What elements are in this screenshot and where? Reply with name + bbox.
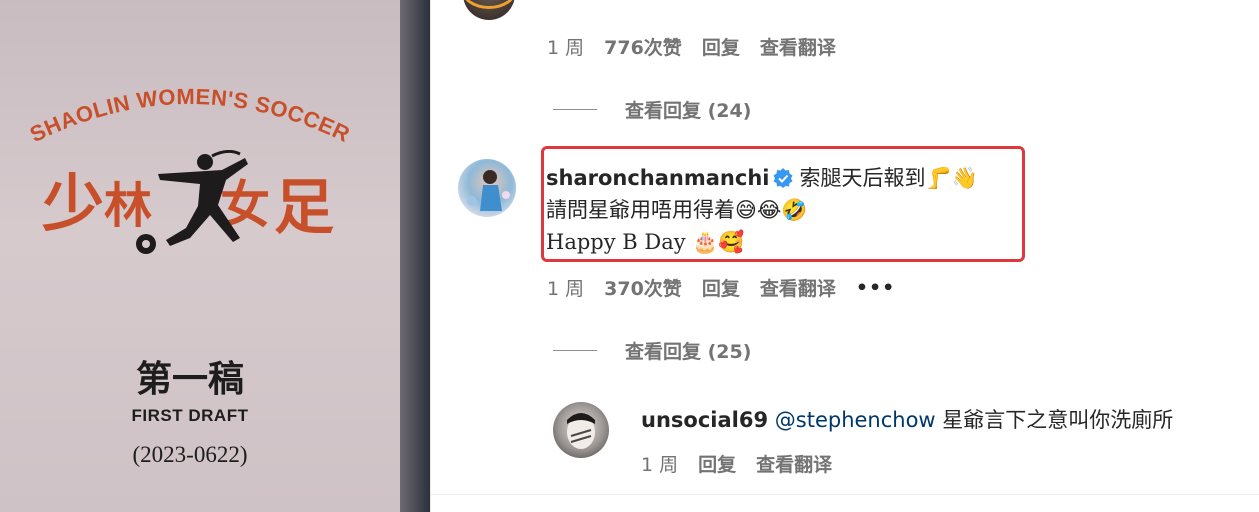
view-replies-label: 查看回复 (25): [625, 341, 752, 363]
view-replies-label: 查看回复 (24): [625, 100, 752, 122]
avatar-face: [567, 413, 595, 449]
comment-time: 1 周: [641, 454, 679, 476]
poster-draft-cn: 第一稿: [135, 358, 244, 400]
replies-dash: [553, 109, 597, 110]
comment-text-3: Happy B Day: [546, 230, 686, 254]
view-replies-button[interactable]: 查看回复 (25): [553, 337, 751, 364]
more-options-icon[interactable]: •••: [856, 277, 895, 299]
reply-button[interactable]: 回复: [702, 274, 740, 301]
poster-arc-title: SHAOLIN WOMEN'S SOCCER: [30, 84, 350, 147]
svg-text:SHAOLIN WOMEN'S SOCCER: SHAOLIN WOMEN'S SOCCER: [30, 84, 350, 147]
unsocial-avatar[interactable]: [553, 402, 609, 458]
comment-line-3: Happy B Day 🎂🥰: [546, 226, 978, 258]
reply-button[interactable]: 回复: [702, 33, 740, 60]
verified-badge-icon: [773, 168, 793, 188]
poster-logo-char-1: 少: [42, 167, 104, 240]
top-comment-meta: 1 周 776次赞 回复 查看翻译: [547, 33, 856, 60]
comment-username[interactable]: sharonchanmanchi: [546, 166, 769, 190]
poster-logo: 少 林 女 足: [42, 150, 334, 254]
poster-logo-char-2: 林: [104, 178, 152, 234]
likes-count[interactable]: 776次赞: [604, 33, 682, 60]
reply-comment-meta: 1 周 回复 查看翻译: [641, 450, 852, 477]
cake-heart-emoji-icon: 🎂🥰: [692, 230, 745, 254]
leg-wave-emoji-icon: 🦵👋: [925, 166, 978, 190]
reply-button[interactable]: 回复: [698, 450, 736, 477]
comments-panel[interactable]: 1 周 776次赞 回复 查看翻译 查看回复 (24) sharonchanma…: [431, 0, 1259, 512]
mention-link[interactable]: @stephenchow: [775, 408, 936, 432]
translate-button[interactable]: 查看翻译: [760, 33, 836, 60]
bottom-divider: [431, 494, 1259, 495]
poster-logo-char-4: 足: [274, 173, 334, 243]
comment-line-2: 請問星爺用唔用得着😅😂🤣: [546, 194, 978, 226]
poster-edge-shadow: [400, 0, 430, 512]
laugh-emoji-icon: 😅😂🤣: [735, 198, 808, 222]
sharon-avatar[interactable]: [458, 159, 516, 217]
comment-text: 星爺言下之意叫你洗廁所: [942, 408, 1174, 432]
view-replies-button[interactable]: 查看回复 (24): [553, 96, 751, 123]
comment-time: 1 周: [547, 278, 585, 300]
likes-count[interactable]: 370次赞: [604, 274, 682, 301]
post-image: SHAOLIN WOMEN'S SOCCER 少 林 女 足 第一稿 FIRST…: [0, 0, 430, 512]
poster-arc-text: SHAOLIN WOMEN'S SOCCER: [30, 84, 350, 147]
comment-text-1: 索腿天后報到: [799, 166, 926, 190]
sharon-comment: sharonchanmanchi 索腿天后報到🦵👋 請問星爺用唔用得着😅😂🤣 H…: [546, 162, 978, 258]
comment-time: 1 周: [547, 37, 585, 59]
sharon-comment-meta: 1 周 370次赞 回复 查看翻译 •••: [547, 274, 915, 301]
translate-button[interactable]: 查看翻译: [756, 450, 832, 477]
poster-draft-date: (2023-0622): [132, 442, 248, 467]
translate-button[interactable]: 查看翻译: [760, 274, 836, 301]
comment-text-2: 請問星爺用唔用得着: [546, 198, 735, 222]
replies-dash: [553, 350, 597, 351]
reply-comment-text: unsocial69 @stephenchow 星爺言下之意叫你洗廁所: [641, 404, 1173, 436]
comment-username[interactable]: unsocial69: [641, 408, 768, 432]
comment-line-1: sharonchanmanchi 索腿天后報到🦵👋: [546, 162, 978, 194]
avatar-figure: [467, 170, 510, 211]
poster-draft-en: FIRST DRAFT: [131, 406, 249, 425]
